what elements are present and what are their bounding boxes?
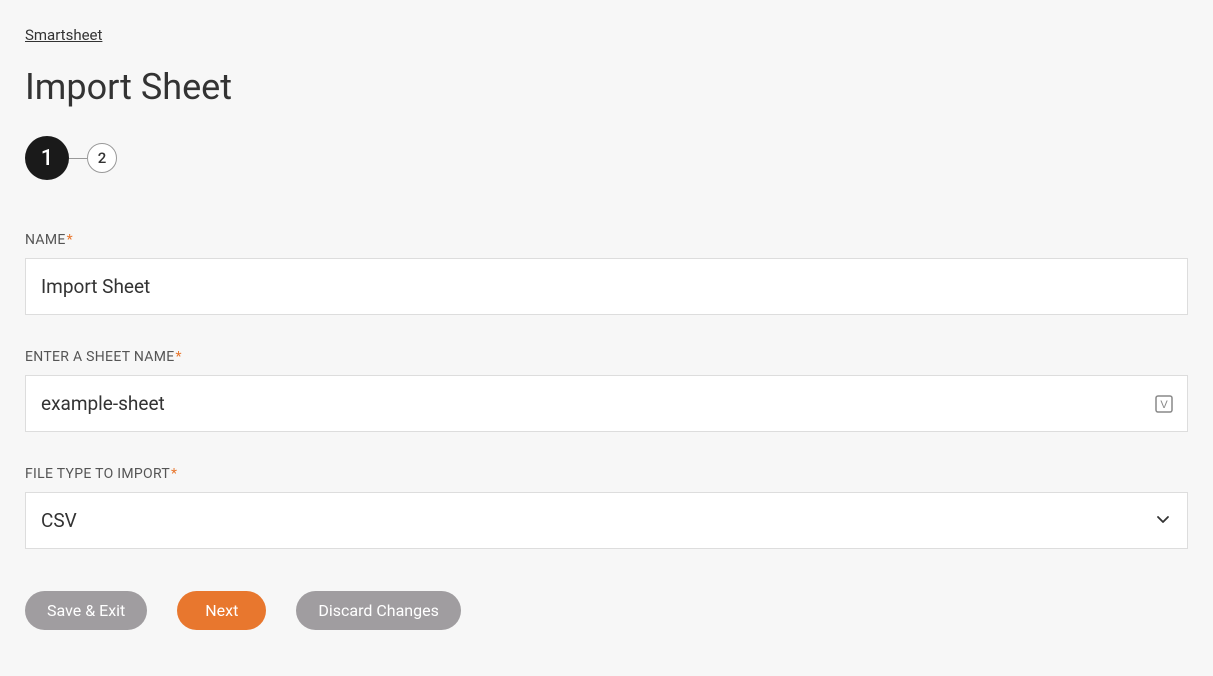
step-1[interactable]: 1 (25, 136, 69, 180)
sheet-name-label-text: ENTER A SHEET NAME (25, 349, 175, 365)
file-type-select[interactable]: CSV (25, 492, 1188, 549)
step-2[interactable]: 2 (87, 143, 117, 173)
variable-icon[interactable]: V (1154, 394, 1174, 414)
step-connector (69, 158, 87, 159)
discard-changes-button[interactable]: Discard Changes (296, 591, 460, 630)
sheet-name-field-group: ENTER A SHEET NAME* V (25, 349, 1188, 432)
name-label-text: NAME (25, 232, 66, 248)
sheet-name-label: ENTER A SHEET NAME* (25, 349, 1188, 365)
file-type-label: FILE TYPE TO IMPORT* (25, 466, 1188, 482)
required-indicator: * (67, 232, 73, 248)
page-title: Import Sheet (25, 66, 1188, 108)
required-indicator: * (171, 466, 177, 482)
svg-text:V: V (1160, 399, 1168, 411)
save-exit-button[interactable]: Save & Exit (25, 591, 147, 630)
file-type-field-group: FILE TYPE TO IMPORT* CSV (25, 466, 1188, 549)
button-row: Save & Exit Next Discard Changes (25, 591, 1188, 630)
file-type-label-text: FILE TYPE TO IMPORT (25, 466, 170, 482)
required-indicator: * (176, 349, 182, 365)
name-field-group: NAME* (25, 232, 1188, 315)
stepper: 1 2 (25, 136, 1188, 180)
breadcrumb-link[interactable]: Smartsheet (25, 26, 102, 44)
name-label: NAME* (25, 232, 1188, 248)
sheet-name-input[interactable] (25, 375, 1188, 432)
name-input[interactable] (25, 258, 1188, 315)
next-button[interactable]: Next (177, 591, 266, 630)
